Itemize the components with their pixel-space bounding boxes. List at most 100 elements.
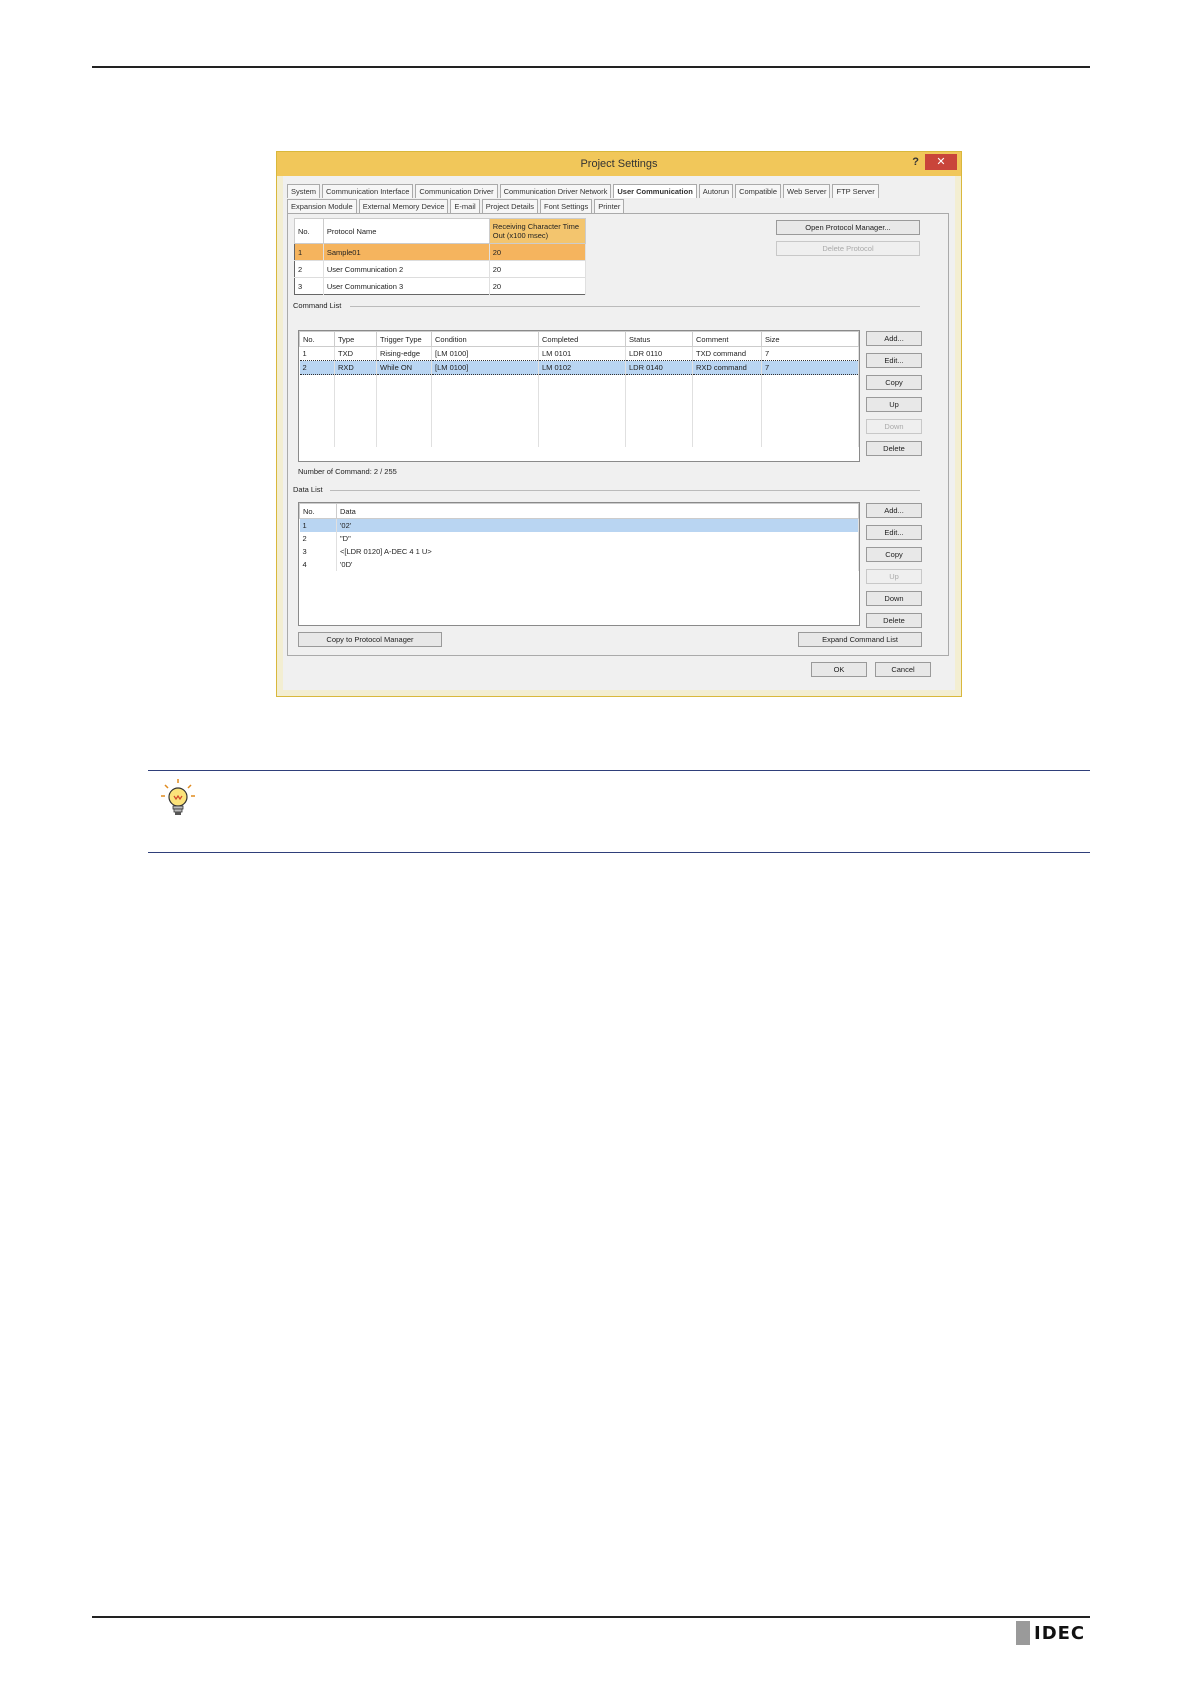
tab-communication-driver-network[interactable]: Communication Driver Network: [499, 184, 612, 198]
tab-expansion-module[interactable]: Expansion Module: [287, 199, 357, 213]
table-row[interactable]: 1 TXD Rising-edge [LM 0100] LM 0101 LDR …: [299, 346, 859, 361]
tab-compatible[interactable]: Compatible: [735, 184, 782, 198]
cell-type: TXD: [334, 346, 377, 361]
data-copy-button[interactable]: Copy: [866, 547, 922, 562]
data-table: No. Data 1 '02' 2 "D" 3 <[LDR 0120] A-DE…: [299, 503, 859, 571]
lightbulb-icon: [161, 779, 195, 815]
empty-row: [299, 374, 859, 387]
cell-status: LDR 0140: [625, 360, 693, 375]
cell-no: 1: [294, 243, 324, 261]
cell-no: 2: [294, 260, 324, 278]
command-delete-button[interactable]: Delete: [866, 441, 922, 456]
cell-timeout: 20: [489, 243, 587, 261]
dialog-title: Project Settings: [580, 158, 658, 170]
data-delete-button[interactable]: Delete: [866, 613, 922, 628]
cell-no: 3: [299, 545, 337, 558]
cell-no: 2: [299, 532, 337, 545]
cell-no: 3: [294, 277, 324, 295]
logo-mark: [1016, 1621, 1030, 1645]
data-up-button[interactable]: Up: [866, 569, 922, 584]
column-header-size: Size: [761, 331, 859, 347]
empty-row: [299, 423, 859, 435]
column-header-comment: Comment: [692, 331, 762, 347]
table-row[interactable]: 3 User Communication 3 20: [294, 277, 587, 295]
note-divider-bottom: [148, 852, 1090, 853]
close-button[interactable]: ✕: [925, 154, 957, 170]
tab-font-settings[interactable]: Font Settings: [540, 199, 593, 213]
table-row[interactable]: 3 <[LDR 0120] A-DEC 4 1 U>: [299, 545, 859, 558]
cell-protocol-name: User Communication 3: [323, 277, 490, 295]
tab-row-1: System Communication Interface Communica…: [287, 184, 881, 198]
column-header-type: Type: [334, 331, 377, 347]
tab-autorun[interactable]: Autorun: [698, 184, 734, 198]
command-up-button[interactable]: Up: [866, 397, 922, 412]
data-add-button[interactable]: Add...: [866, 503, 922, 518]
tab-email[interactable]: E-mail: [450, 199, 480, 213]
data-list-box: No. Data 1 '02' 2 "D" 3 <[LDR 0120] A-DE…: [298, 502, 860, 626]
column-header-completed: Completed: [538, 331, 626, 347]
help-button[interactable]: ?: [912, 156, 919, 168]
cell-data: '0D': [336, 558, 859, 571]
tab-user-communication[interactable]: User Communication: [613, 184, 697, 198]
data-list-divider: [330, 490, 920, 491]
table-row[interactable]: 1 '02': [299, 518, 859, 532]
cancel-button[interactable]: Cancel: [875, 662, 931, 677]
cell-data: <[LDR 0120] A-DEC 4 1 U>: [336, 545, 859, 558]
column-header-no: No.: [294, 218, 324, 244]
idec-logo: IDEC: [1016, 1620, 1085, 1646]
project-settings-dialog: Project Settings ? ✕ System Communicatio…: [276, 151, 962, 697]
logo-text: IDEC: [1034, 1622, 1086, 1644]
column-header-protocol-name: Protocol Name: [322, 218, 490, 244]
tab-printer[interactable]: Printer: [594, 199, 625, 213]
cell-condition: [LM 0100]: [431, 346, 539, 361]
data-list-label: Data List: [293, 485, 323, 494]
column-header-status: Status: [625, 331, 693, 347]
table-row[interactable]: 1 Sample01 20: [294, 243, 587, 261]
cell-no: 4: [299, 558, 337, 571]
note-divider-top: [148, 770, 1090, 771]
command-copy-button[interactable]: Copy: [866, 375, 922, 390]
ok-button[interactable]: OK: [811, 662, 867, 677]
column-header-data: Data: [336, 503, 859, 519]
column-header-no: No.: [299, 331, 335, 347]
protocol-table: No. Protocol Name Receiving Character Ti…: [294, 218, 587, 295]
command-edit-button[interactable]: Edit...: [866, 353, 922, 368]
open-protocol-manager-button[interactable]: Open Protocol Manager...: [776, 220, 920, 235]
column-header-no: No.: [299, 503, 337, 519]
cell-no: 2: [299, 360, 335, 375]
command-add-button[interactable]: Add...: [866, 331, 922, 346]
empty-row: [299, 411, 859, 423]
cell-no: 1: [299, 346, 335, 361]
data-down-button[interactable]: Down: [866, 591, 922, 606]
cell-comment: RXD command: [692, 360, 762, 375]
cell-condition: [LM 0100]: [431, 360, 539, 375]
expand-command-list-button[interactable]: Expand Command List: [798, 632, 922, 647]
cell-size: 7: [761, 360, 859, 375]
tab-external-memory-device[interactable]: External Memory Device: [358, 199, 449, 213]
tab-project-details[interactable]: Project Details: [481, 199, 539, 213]
tab-ftp-server[interactable]: FTP Server: [832, 184, 879, 198]
tab-web-server[interactable]: Web Server: [783, 184, 831, 198]
tab-row-2: Expansion Module External Memory Device …: [287, 199, 626, 213]
user-communication-panel: No. Protocol Name Receiving Character Ti…: [287, 213, 949, 656]
cell-trigger-type: While ON: [376, 360, 432, 375]
table-row[interactable]: 2 RXD While ON [LM 0100] LM 0102 LDR 014…: [299, 360, 859, 375]
data-edit-button[interactable]: Edit...: [866, 525, 922, 540]
cell-trigger-type: Rising-edge: [376, 346, 432, 361]
delete-protocol-button[interactable]: Delete Protocol: [776, 241, 920, 256]
command-down-button[interactable]: Down: [866, 419, 922, 434]
table-row[interactable]: 2 "D": [299, 532, 859, 545]
copy-to-protocol-manager-button[interactable]: Copy to Protocol Manager: [298, 632, 442, 647]
cell-data: "D": [336, 532, 859, 545]
command-list-divider: [350, 306, 920, 307]
cell-timeout: 20: [489, 260, 587, 278]
tab-communication-driver[interactable]: Communication Driver: [415, 184, 498, 198]
table-row[interactable]: 2 User Communication 2 20: [294, 260, 587, 278]
title-bar[interactable]: Project Settings ? ✕: [277, 152, 961, 176]
tab-communication-interface[interactable]: Communication Interface: [322, 184, 414, 198]
table-row[interactable]: 4 '0D': [299, 558, 859, 571]
tab-system[interactable]: System: [287, 184, 321, 198]
cell-size: 7: [761, 346, 859, 361]
cell-type: RXD: [334, 360, 377, 375]
command-table: No. Type Trigger Type Condition Complete…: [299, 331, 859, 447]
